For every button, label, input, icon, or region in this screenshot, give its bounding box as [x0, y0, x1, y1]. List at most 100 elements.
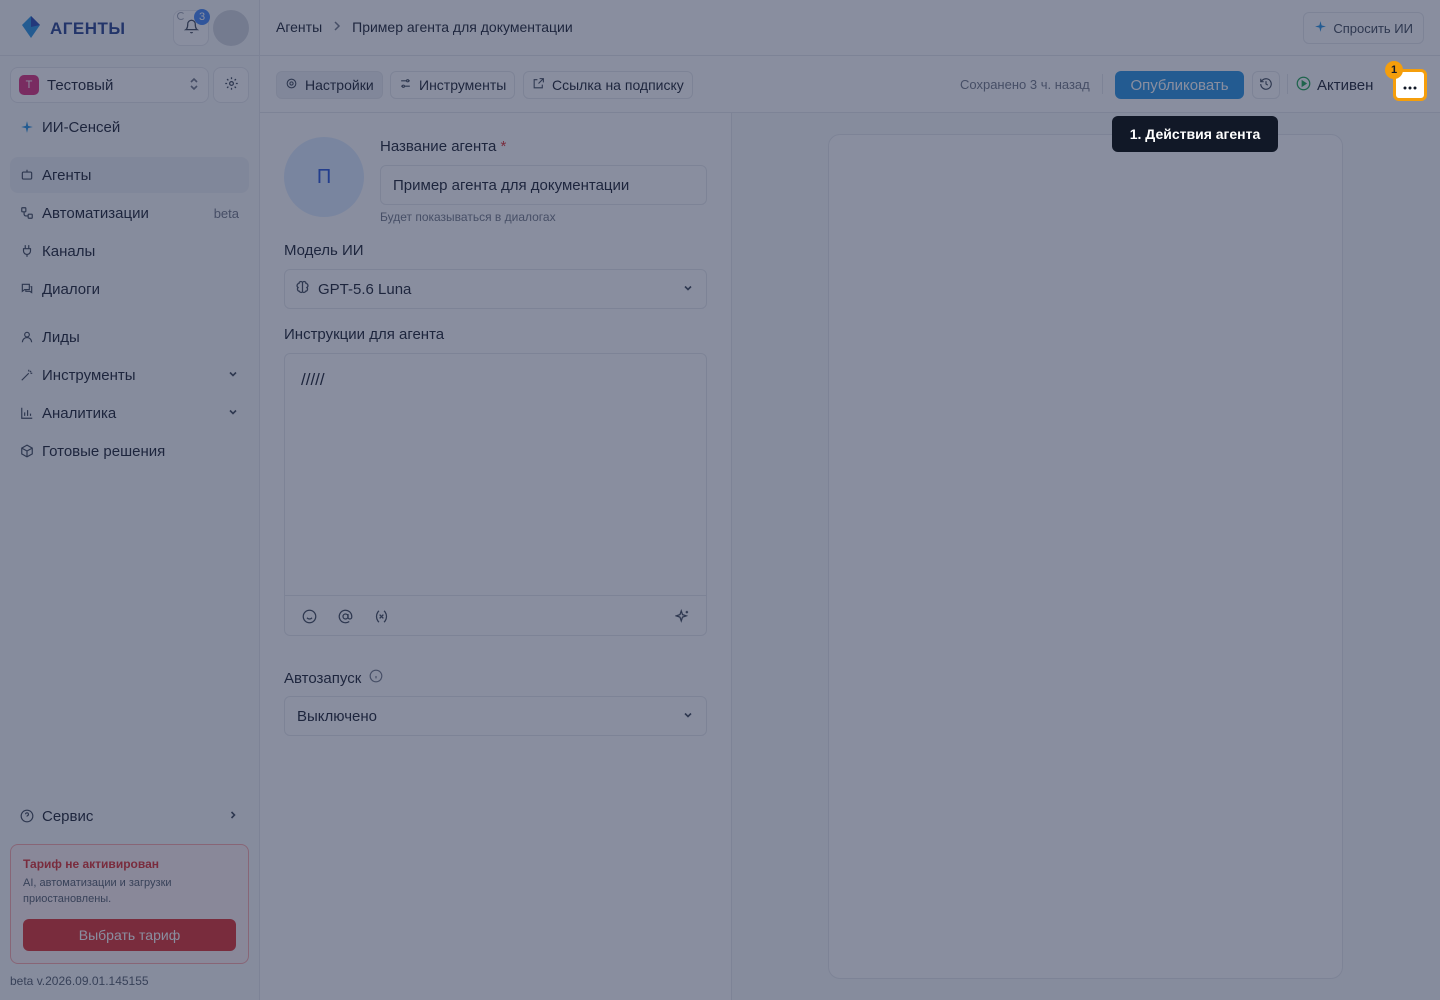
agent-status-label: Активен — [1317, 76, 1374, 94]
workspace-settings-button[interactable] — [213, 67, 249, 103]
sidebar-item-label: Аналитика — [42, 404, 117, 422]
autostart-label: Автозапуск — [284, 669, 383, 687]
sidebar-item-ai-sensei[interactable]: ИИ-Сенсей — [10, 109, 249, 145]
app-version: beta v.2026.09.01.145155 — [10, 974, 149, 988]
sidebar-item-label: Каналы — [42, 242, 96, 260]
user-avatar[interactable] — [213, 10, 249, 46]
saved-status: Сохранено 3 ч. назад — [960, 77, 1090, 92]
model-select[interactable]: GPT-5.6 Luna — [284, 269, 707, 309]
variable-icon[interactable] — [373, 608, 389, 624]
tab-settings[interactable]: Настройки — [276, 71, 383, 99]
chevron-down-icon — [227, 368, 239, 383]
instructions-text: ///// — [301, 370, 325, 389]
sidebar-item-dialogs[interactable]: Диалоги — [10, 271, 249, 307]
workspace-row: Т Тестовый — [10, 67, 250, 103]
info-icon[interactable] — [369, 669, 383, 687]
autostart-label-text: Автозапуск — [284, 669, 362, 687]
sidebar-item-label: Агенты — [42, 166, 92, 184]
chat-icon — [20, 282, 34, 296]
chevron-right-icon — [227, 809, 239, 824]
sidebar-item-label: Сервис — [42, 807, 94, 825]
required-mark: * — [500, 138, 507, 155]
mention-icon[interactable] — [337, 608, 353, 624]
autostart-select-value: Выключено — [297, 707, 377, 725]
model-select-value-wrap: GPT-5.6 Luna — [295, 280, 411, 299]
breadcrumb: Агенты Пример агента для документации — [276, 19, 573, 35]
plan-inactive-notice: Тариф не активирован AI, автоматизации и… — [10, 844, 249, 964]
agent-settings-form: П Название агента * Пример агента для до… — [260, 113, 732, 1000]
tab-label: Ссылка на подписку — [552, 77, 684, 93]
play-circle-icon — [1296, 76, 1311, 95]
plug-icon — [20, 244, 34, 258]
emoji-icon[interactable] — [301, 608, 317, 624]
chevron-down-icon — [682, 281, 694, 298]
workspace-badge: Т — [19, 75, 39, 95]
tab-tools[interactable]: Инструменты — [390, 71, 516, 99]
tab-label: Настройки — [305, 77, 374, 93]
agent-preview-area — [732, 113, 1440, 1000]
agent-status-toggle[interactable]: Активен — [1296, 71, 1373, 99]
sidebar-item-service[interactable]: Сервис — [10, 798, 249, 834]
workflow-icon — [20, 206, 34, 220]
sidebar-item-label: Готовые решения — [42, 442, 166, 460]
top-header: Агенты Пример агента для документации Сп… — [260, 0, 1440, 56]
autostart-select[interactable]: Выключено — [284, 696, 707, 736]
more-horizontal-icon — [1403, 77, 1417, 93]
agent-name-hint: Будет показываться в диалогах — [380, 210, 556, 224]
agent-name-label-text: Название агента — [380, 138, 497, 155]
sidebar-item-automations[interactable]: Автоматизации beta — [10, 195, 249, 231]
sync-indicator-icon — [177, 12, 185, 20]
sidebar-item-analytics[interactable]: Аналитика — [10, 395, 249, 431]
external-link-icon — [532, 77, 545, 93]
workspace-selector[interactable]: Т Тестовый — [10, 67, 209, 103]
divider — [1287, 74, 1288, 94]
bar-chart-icon — [20, 406, 34, 420]
tab-label: Инструменты — [419, 77, 507, 93]
chevron-right-icon — [332, 19, 342, 35]
ask-ai-button[interactable]: Спросить ИИ — [1303, 12, 1424, 44]
app-root: АГЕНТЫ 3 Т Тестовый ИИ-Сенсей Агенты Авт… — [0, 0, 1440, 1000]
bot-icon — [20, 168, 34, 182]
plan-notice-text: AI, автоматизации и загрузки приостановл… — [23, 877, 172, 905]
ask-ai-label: Спросить ИИ — [1333, 20, 1413, 36]
agent-avatar[interactable]: П — [284, 137, 364, 217]
choose-plan-button[interactable]: Выбрать тариф — [23, 919, 236, 951]
gear-icon — [224, 76, 239, 94]
tab-subscription-link[interactable]: Ссылка на подписку — [523, 71, 693, 99]
agent-name-value: Пример агента для документации — [393, 176, 630, 194]
sidebar-item-agents[interactable]: Агенты — [10, 157, 249, 193]
app-logo[interactable]: АГЕНТЫ — [18, 14, 126, 43]
sliders-icon — [399, 77, 412, 93]
workspace-name: Тестовый — [47, 76, 114, 94]
ai-sparkles-icon[interactable] — [674, 608, 690, 624]
model-label: Модель ИИ — [284, 242, 364, 259]
user-icon — [20, 330, 34, 344]
agent-name-input[interactable]: Пример агента для документации — [380, 165, 707, 205]
instructions-editor[interactable]: ///// — [284, 353, 707, 636]
chevron-up-down-icon — [188, 77, 200, 94]
box-icon — [20, 444, 34, 458]
breadcrumb-current: Пример агента для документации — [352, 19, 573, 35]
sidebar-item-leads[interactable]: Лиды — [10, 319, 249, 355]
sidebar-item-tools[interactable]: Инструменты — [10, 357, 249, 393]
divider — [1102, 74, 1103, 94]
sidebar-item-channels[interactable]: Каналы — [10, 233, 249, 269]
sidebar-item-label: Диалоги — [42, 280, 100, 298]
tour-tooltip: 1. Действия агента — [1112, 116, 1278, 152]
editor-toolbar — [285, 595, 706, 635]
gear-icon — [285, 77, 298, 93]
chevron-down-icon — [682, 708, 694, 725]
plan-notice-title: Тариф не активирован — [23, 857, 159, 871]
sidebar-item-ready-solutions[interactable]: Готовые решения — [10, 433, 249, 469]
beta-tag: beta — [213, 205, 239, 221]
sidebar-item-label: Лиды — [42, 328, 80, 346]
notifications-button[interactable]: 3 — [173, 9, 210, 46]
model-select-value: GPT-5.6 Luna — [318, 280, 412, 298]
history-button[interactable] — [1252, 71, 1280, 99]
agent-name-label: Название агента * — [380, 138, 506, 155]
brain-icon — [295, 280, 310, 299]
publish-button[interactable]: Опубликовать — [1115, 71, 1244, 99]
breadcrumb-agents-link[interactable]: Агенты — [276, 19, 322, 35]
help-circle-icon — [20, 809, 34, 823]
notifications-badge: 3 — [194, 9, 210, 25]
